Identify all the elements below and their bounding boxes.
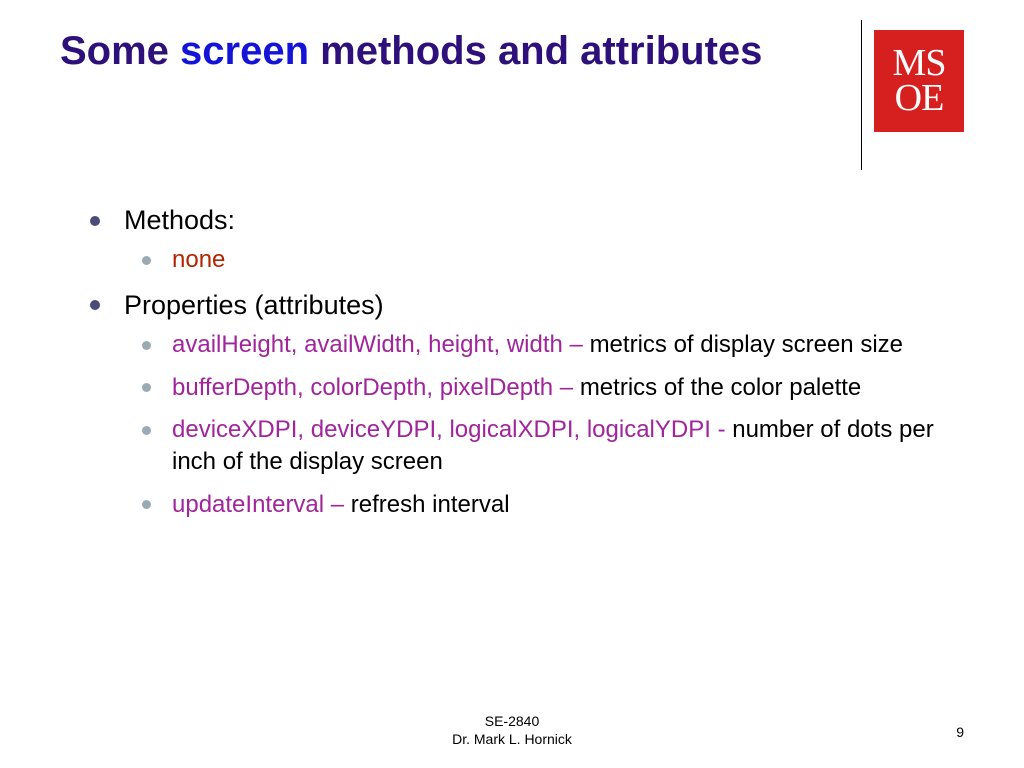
vertical-divider	[861, 20, 862, 170]
methods-item: Methods: none	[90, 202, 964, 277]
prop-code: updateInterval –	[172, 491, 351, 518]
prop-desc: refresh interval	[351, 491, 510, 518]
title-part2: methods and attributes	[309, 29, 762, 73]
properties-item: Properties (attributes) availHeight, ava…	[90, 287, 964, 521]
top-list: Methods: none Properties (attributes) av…	[90, 202, 964, 521]
prop-code: deviceXDPI, deviceYDPI, logicalXDPI, log…	[172, 416, 732, 443]
methods-sublist: none	[142, 244, 964, 276]
prop-desc: metrics of display screen size	[590, 331, 903, 358]
content-body: Methods: none Properties (attributes) av…	[60, 202, 964, 521]
logo-line-2: OE	[895, 81, 944, 116]
prop-code: availHeight, availWidth, height, width –	[172, 331, 590, 358]
page-number: 9	[956, 724, 964, 740]
methods-label: Methods:	[124, 205, 235, 235]
footer-author: Dr. Mark L. Hornick	[0, 730, 1024, 748]
methods-none-item: none	[142, 244, 964, 276]
none-text: none	[172, 246, 225, 273]
title-highlight: screen	[180, 29, 309, 73]
logo-line-1: MS	[893, 46, 946, 81]
msoe-logo: MS OE	[874, 30, 964, 132]
footer-course: SE-2840	[0, 712, 1024, 730]
title-part1: Some	[60, 29, 180, 73]
prop-item-0: availHeight, availWidth, height, width –…	[142, 329, 964, 361]
properties-sublist: availHeight, availWidth, height, width –…	[142, 329, 964, 521]
logo-zone: MS OE	[861, 26, 964, 170]
prop-item-2: deviceXDPI, deviceYDPI, logicalXDPI, log…	[142, 414, 964, 479]
slide: Some screen methods and attributes MS OE…	[0, 0, 1024, 768]
prop-item-3: updateInterval – refresh interval	[142, 489, 964, 521]
slide-title: Some screen methods and attributes	[60, 26, 762, 76]
prop-item-1: bufferDepth, colorDepth, pixelDepth – me…	[142, 372, 964, 404]
title-row: Some screen methods and attributes MS OE	[60, 26, 964, 170]
properties-label: Properties (attributes)	[124, 290, 384, 320]
prop-desc: metrics of the color palette	[580, 374, 861, 401]
prop-code: bufferDepth, colorDepth, pixelDepth –	[172, 374, 580, 401]
footer: SE-2840 Dr. Mark L. Hornick	[0, 712, 1024, 748]
